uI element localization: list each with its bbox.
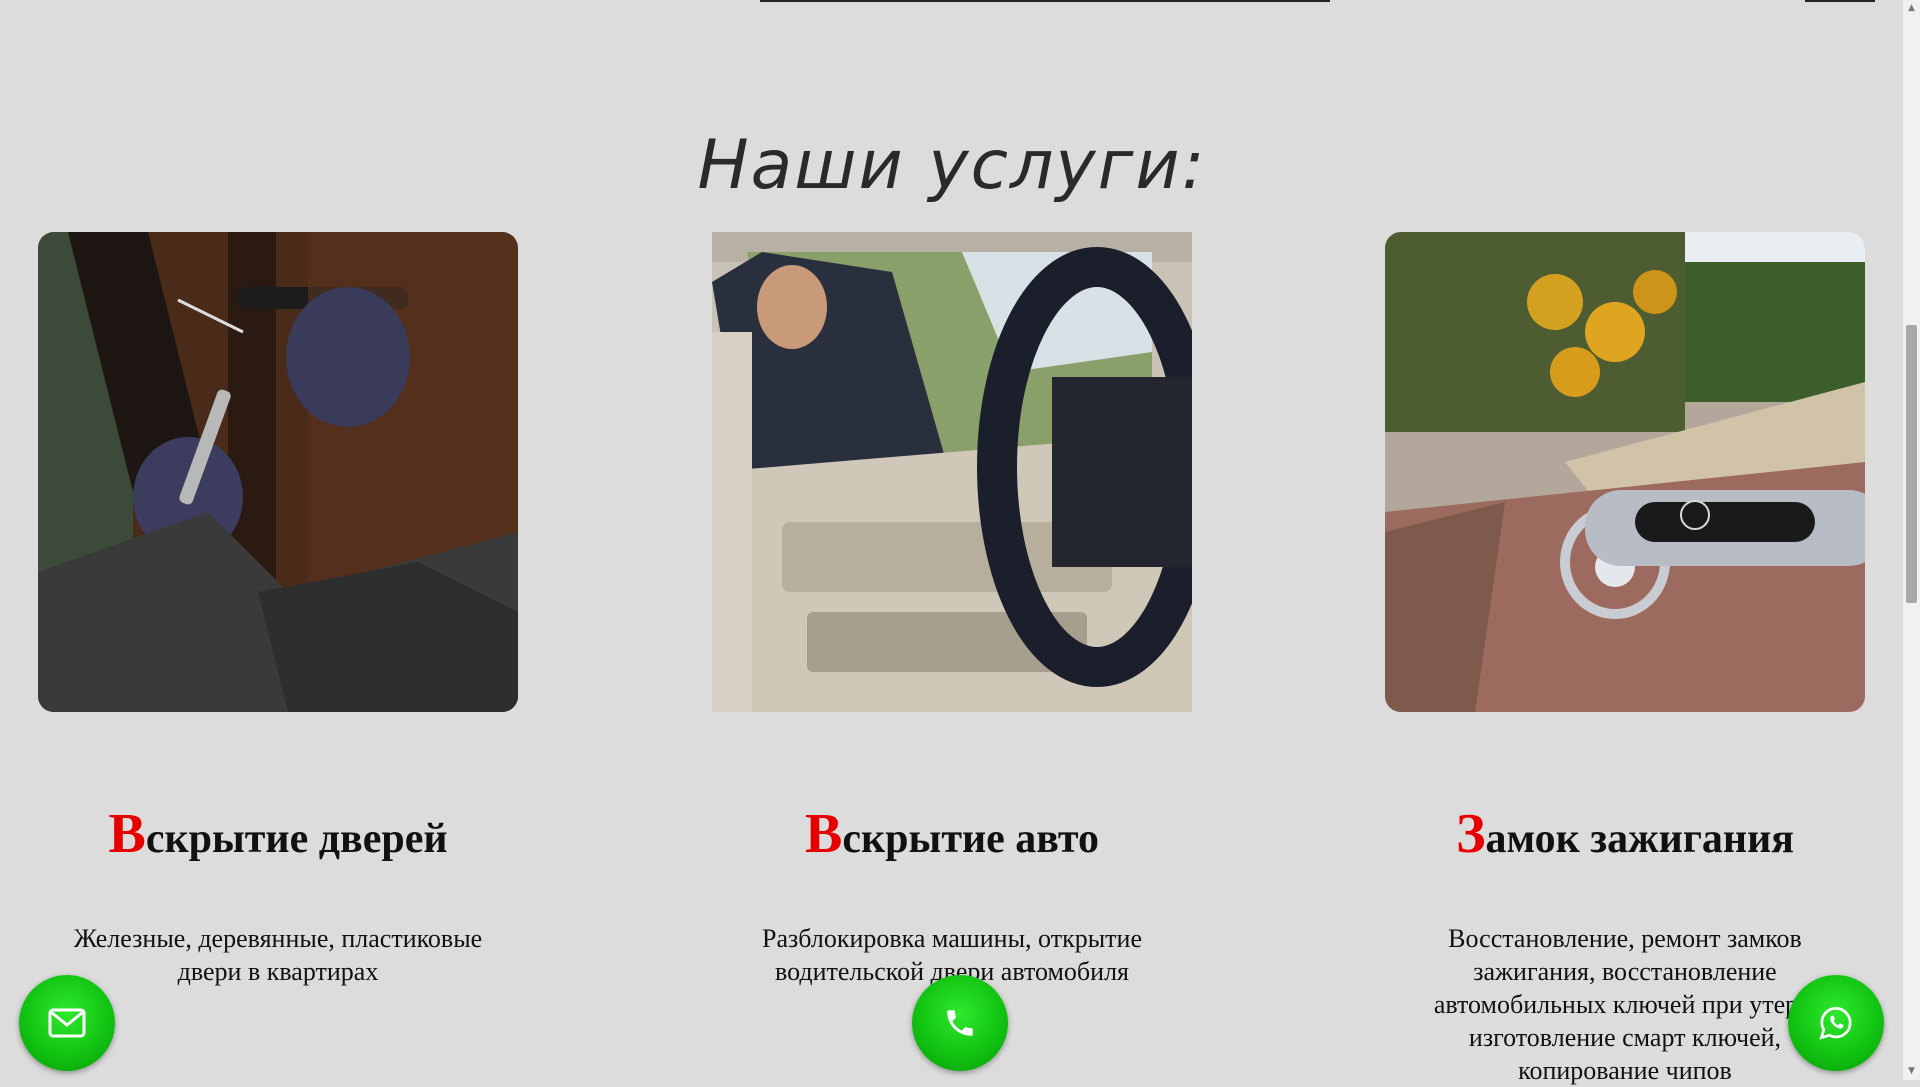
scroll-down-arrow-icon[interactable]: ▼ [1903, 1063, 1920, 1080]
service-card-ignition: Замок зажигания Восстановление, ремонт з… [1385, 232, 1865, 1087]
page-scrollbar[interactable]: ▲ ▼ [1903, 0, 1920, 1080]
whatsapp-button[interactable] [1788, 975, 1884, 1071]
service-image-ignition[interactable] [1385, 232, 1865, 712]
scrollbar-thumb[interactable] [1906, 325, 1917, 603]
top-divider [760, 0, 1330, 2]
service-description-ignition: Восстановление, ремонт замков зажигания,… [1433, 924, 1817, 1085]
key-fob-photo [1385, 232, 1865, 712]
service-title-doors: Вскрытие дверей [108, 803, 448, 865]
top-divider-right [1805, 0, 1875, 2]
section-title: Наши услуги: [697, 126, 1207, 206]
scroll-up-arrow-icon[interactable]: ▲ [1903, 0, 1920, 17]
envelope-icon [48, 1008, 86, 1038]
car-opening-photo [712, 232, 1192, 712]
phone-icon [947, 1010, 973, 1036]
phone-button[interactable] [912, 975, 1008, 1071]
service-title-ignition: Замок зажигания [1455, 803, 1795, 865]
service-title-auto: Вскрытие авто [804, 803, 1100, 865]
service-image-auto[interactable] [712, 232, 1192, 712]
service-description-doors: Железные, деревянные, пластиковые двери … [73, 924, 483, 986]
service-card-auto: Вскрытие авто Разблокировка машины, откр… [712, 232, 1192, 988]
whatsapp-icon [1819, 1007, 1852, 1040]
mail-button[interactable] [19, 975, 115, 1071]
service-image-doors[interactable] [38, 232, 518, 712]
service-card-doors: Вскрытие дверей Железные, деревянные, пл… [38, 232, 518, 988]
door-lock-photo [38, 232, 518, 712]
